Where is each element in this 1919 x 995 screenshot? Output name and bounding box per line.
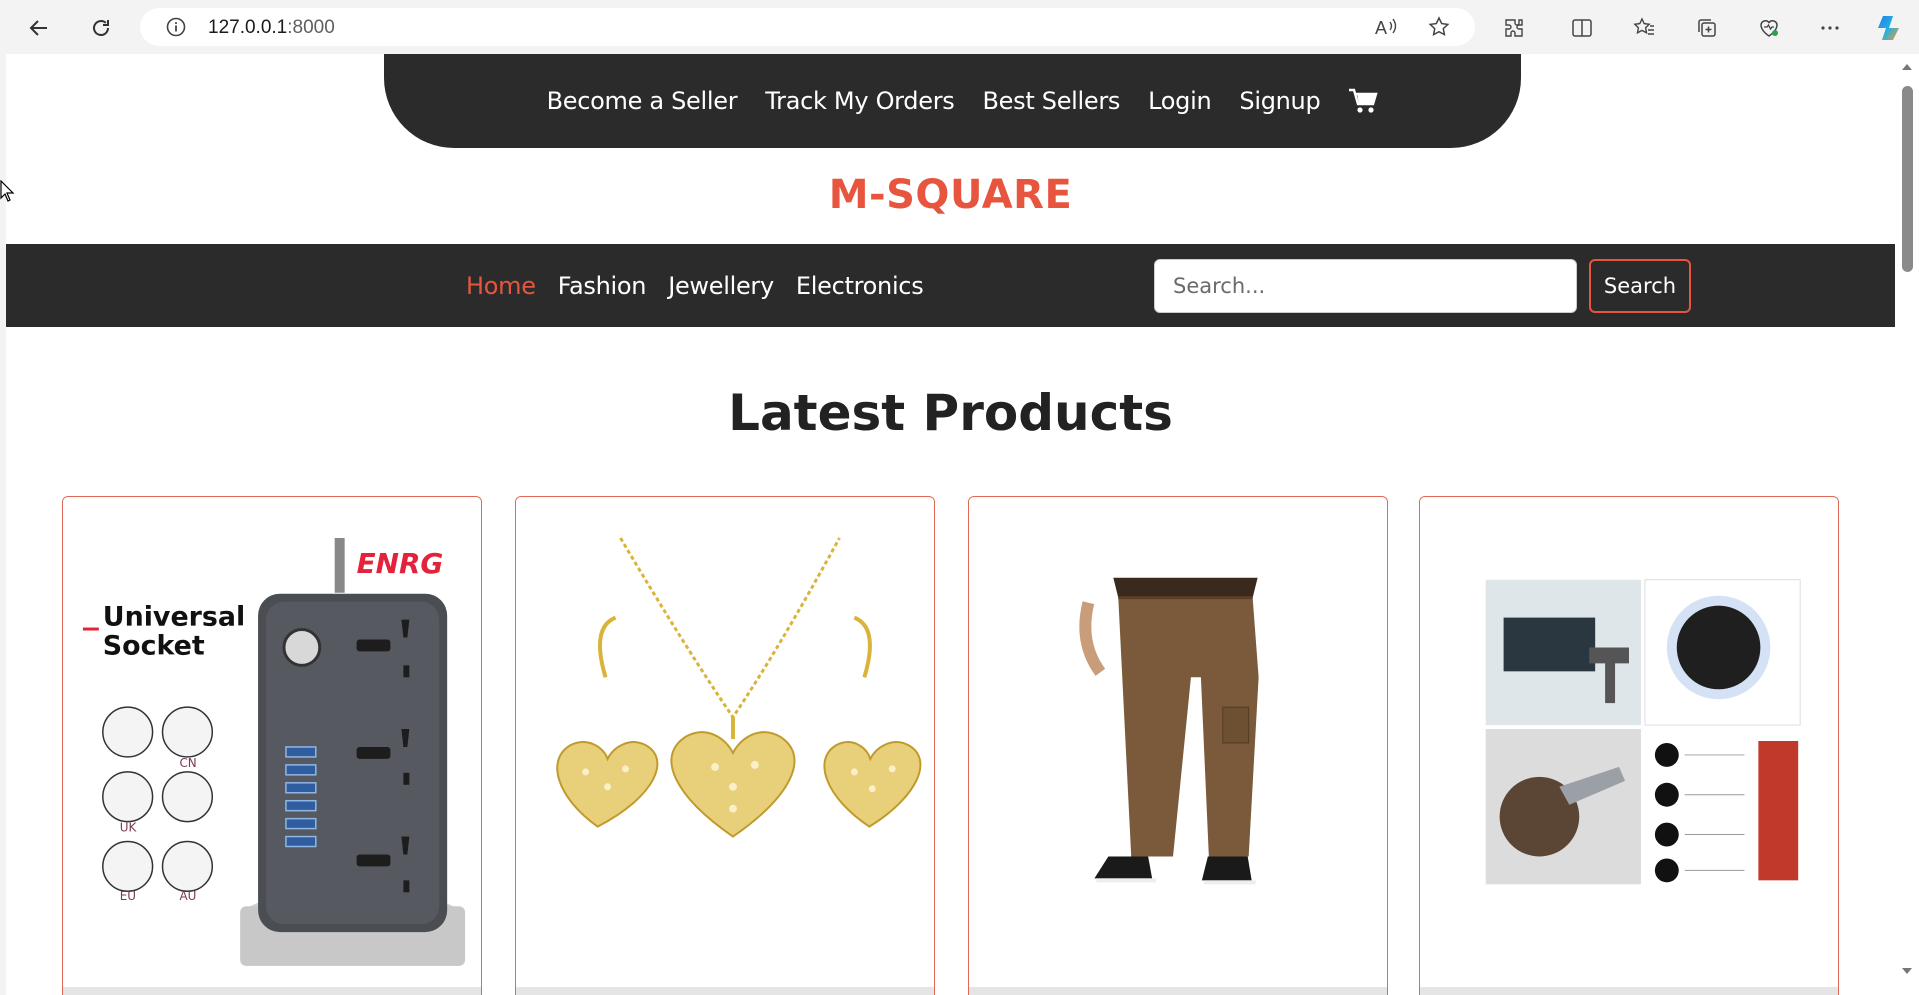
extensions-icon[interactable]: [1499, 13, 1529, 43]
nav-signup[interactable]: Signup: [1239, 87, 1320, 115]
product-card[interactable]: [1419, 496, 1839, 995]
card-footer: [63, 987, 481, 995]
browser-toolbar: 127.0.0.1:8000 A: [0, 0, 1919, 54]
massage-gun-image: [1420, 498, 1838, 986]
cat-electronics[interactable]: Electronics: [796, 272, 924, 300]
favorite-star-icon[interactable]: [1424, 12, 1454, 42]
collections-icon[interactable]: [1692, 13, 1722, 43]
socket-text-line1: Universal: [103, 602, 245, 633]
back-icon[interactable]: [22, 11, 56, 45]
svg-text:UK: UK: [120, 821, 138, 835]
more-options-icon[interactable]: [1815, 13, 1845, 43]
section-title: Latest Products: [728, 384, 1173, 442]
browser-essentials-icon[interactable]: [1754, 13, 1784, 43]
svg-text:AU: AU: [179, 889, 196, 903]
favorites-icon[interactable]: [1629, 13, 1659, 43]
brown-cargo-pants-image: [969, 498, 1387, 986]
scroll-down-arrow-icon[interactable]: [1902, 968, 1912, 974]
product-card[interactable]: [968, 496, 1388, 995]
card-footer: [969, 987, 1387, 995]
cat-home[interactable]: Home: [466, 272, 536, 300]
top-nav-bar: Become a Seller Track My Orders Best Sel…: [384, 54, 1521, 148]
cart-icon[interactable]: [1348, 87, 1379, 115]
read-aloud-icon[interactable]: A: [1372, 12, 1402, 42]
cat-jewellery[interactable]: Jewellery: [668, 272, 774, 300]
mouse-cursor-icon: [0, 180, 15, 202]
url-text: 127.0.0.1:8000: [208, 17, 335, 38]
category-nav-bar: Home Fashion Jewellery Electronics Searc…: [6, 244, 1895, 327]
page-viewport: Become a Seller Track My Orders Best Sel…: [6, 54, 1895, 995]
cat-fashion[interactable]: Fashion: [558, 272, 647, 300]
universal-socket-image: ENRG Universal Socket CN UK EU AU: [63, 498, 481, 986]
card-footer: [1420, 987, 1838, 995]
info-icon[interactable]: [166, 17, 186, 37]
search-input[interactable]: [1154, 259, 1577, 313]
scroll-thumb[interactable]: [1902, 86, 1913, 272]
nav-track-orders[interactable]: Track My Orders: [765, 87, 954, 115]
scroll-up-arrow-icon[interactable]: [1902, 64, 1912, 70]
vertical-scrollbar[interactable]: [1895, 54, 1919, 995]
socket-text-line2: Socket: [103, 630, 205, 661]
nav-become-seller[interactable]: Become a Seller: [547, 87, 738, 115]
heart-jewellery-set-image: [516, 498, 934, 986]
split-screen-icon[interactable]: [1567, 13, 1597, 43]
svg-text:CN: CN: [179, 756, 196, 770]
svg-text:EU: EU: [120, 889, 136, 903]
address-bar[interactable]: 127.0.0.1:8000 A: [140, 8, 1475, 46]
reload-icon[interactable]: [84, 11, 118, 45]
card-footer: [516, 987, 934, 995]
nav-best-sellers[interactable]: Best Sellers: [982, 87, 1120, 115]
product-card[interactable]: [515, 496, 935, 995]
product-card[interactable]: ENRG Universal Socket CN UK EU AU: [62, 496, 482, 995]
nav-login[interactable]: Login: [1148, 87, 1212, 115]
site-logo[interactable]: M-SQUARE: [6, 172, 1895, 218]
copilot-icon[interactable]: [1873, 11, 1907, 45]
search-button[interactable]: Search: [1589, 259, 1691, 313]
svg-text:A: A: [1375, 18, 1387, 38]
svg-text:ENRG: ENRG: [357, 547, 444, 580]
